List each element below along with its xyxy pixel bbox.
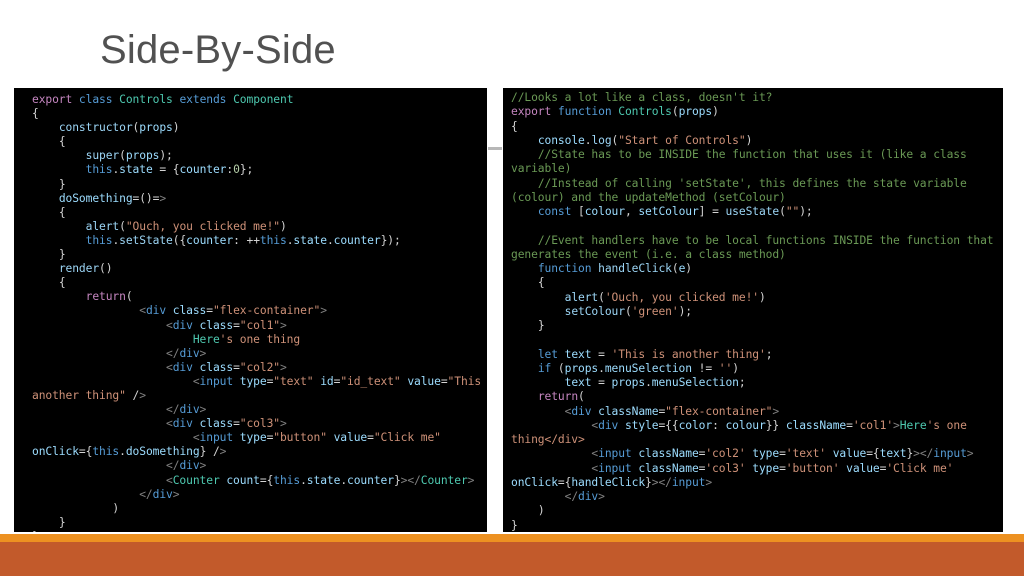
code-block-left-class-component: export class Controls extends Component … <box>14 88 487 532</box>
page-title: Side-By-Side <box>100 28 336 72</box>
code-block-right-function-component: //Looks a lot like a class, doesn't it? … <box>503 88 1003 532</box>
code-text-right: //Looks a lot like a class, doesn't it? … <box>511 91 1001 532</box>
code-text-left: export class Controls extends Component … <box>32 93 482 532</box>
panel-divider-tick <box>488 147 502 150</box>
accent-bar-thin <box>0 534 1024 542</box>
accent-bar-thick <box>0 542 1024 576</box>
